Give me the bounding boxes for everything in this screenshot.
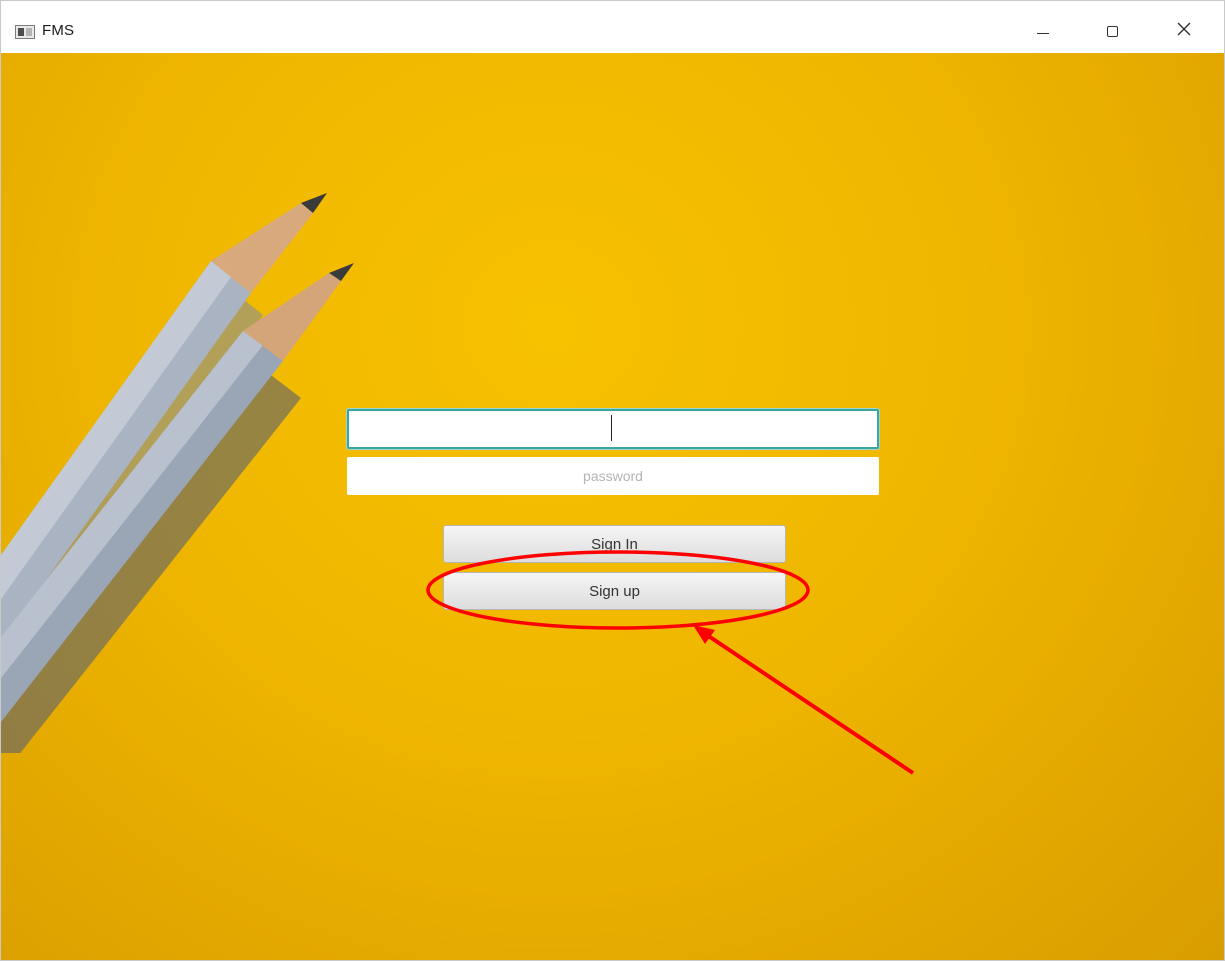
password-input[interactable] <box>347 457 879 495</box>
title-bar[interactable]: FMS <box>1 1 1224 53</box>
arrow-head <box>693 625 715 644</box>
text-cursor <box>611 415 612 441</box>
close-icon <box>1177 22 1191 36</box>
sign-up-button[interactable]: Sign up <box>443 572 786 610</box>
username-input[interactable] <box>347 409 879 449</box>
maximize-icon <box>1107 26 1118 37</box>
sign-in-button[interactable]: Sign In <box>443 525 786 563</box>
close-button[interactable] <box>1161 13 1207 49</box>
arrow-shaft <box>699 629 915 775</box>
window-title: FMS <box>42 22 75 39</box>
pencils-illustration <box>1 193 354 753</box>
maximize-button[interactable] <box>1090 13 1136 49</box>
minimize-icon <box>1037 33 1049 34</box>
minimize-button[interactable] <box>1021 13 1067 49</box>
login-background: Sign In Sign up <box>1 53 1224 960</box>
app-icon <box>15 25 35 39</box>
app-window: FMS Sign In Sign up <box>0 0 1225 961</box>
